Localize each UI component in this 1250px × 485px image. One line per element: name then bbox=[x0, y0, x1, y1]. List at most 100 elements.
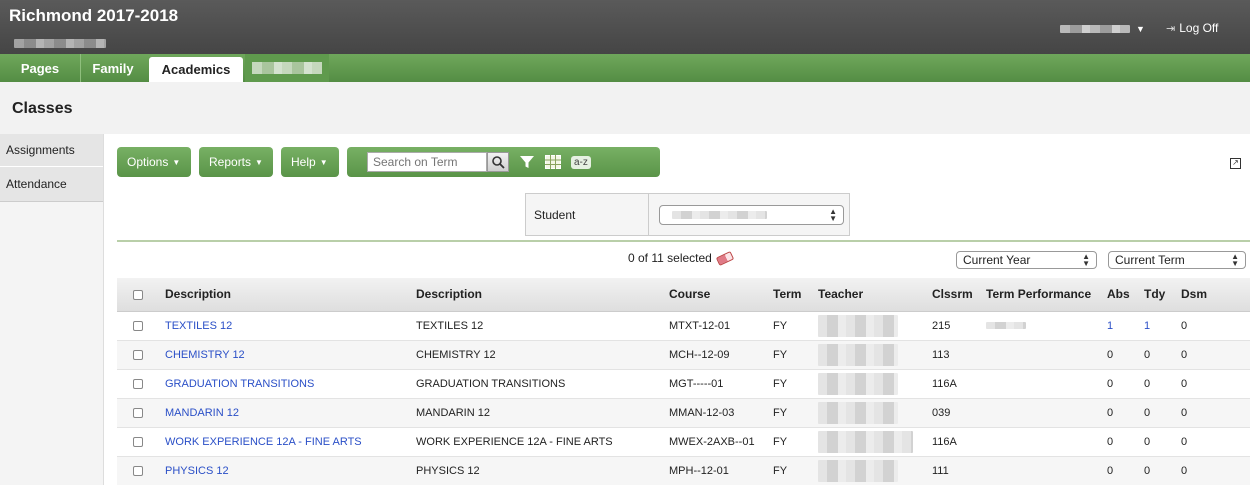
eraser-icon[interactable] bbox=[715, 250, 734, 266]
absences-cell[interactable]: 1 bbox=[1101, 311, 1138, 341]
dismissals-cell: 0 bbox=[1175, 456, 1250, 485]
classroom-cell: 039 bbox=[926, 398, 980, 428]
help-label: Help bbox=[291, 155, 316, 169]
header-course[interactable]: Course bbox=[663, 278, 767, 312]
absences-cell: 0 bbox=[1101, 369, 1138, 399]
table-row[interactable]: CHEMISTRY 12 CHEMISTRY 12 MCH--12-09 FY … bbox=[117, 340, 1250, 370]
school-title: Richmond 2017-2018 bbox=[9, 6, 179, 25]
row-select-cell bbox=[117, 369, 159, 399]
row-checkbox[interactable] bbox=[133, 378, 143, 389]
row-checkbox[interactable] bbox=[133, 465, 143, 476]
header-tardies[interactable]: Tdy bbox=[1138, 278, 1175, 312]
term-cell: FY bbox=[767, 456, 812, 485]
tab-family[interactable]: Family bbox=[82, 54, 144, 82]
side-item-attendance[interactable]: Attendance bbox=[0, 167, 103, 202]
header-term-performance[interactable]: Term Performance bbox=[980, 278, 1101, 312]
tab-pages[interactable]: Pages bbox=[0, 54, 81, 82]
teacher-cell bbox=[812, 369, 926, 399]
select-all-checkbox[interactable] bbox=[133, 290, 143, 301]
dismissals-cell: 0 bbox=[1175, 398, 1250, 428]
tardies-cell: 0 bbox=[1138, 340, 1175, 370]
funnel-icon[interactable] bbox=[519, 154, 535, 170]
absences-cell: 0 bbox=[1101, 427, 1138, 457]
header-classroom[interactable]: Clssrm bbox=[926, 278, 980, 312]
az-icon[interactable]: a-z bbox=[571, 155, 591, 169]
class-link[interactable]: CHEMISTRY 12 bbox=[159, 340, 410, 370]
tardies-cell[interactable]: 1 bbox=[1138, 311, 1175, 341]
header-term[interactable]: Term bbox=[767, 278, 812, 312]
term-performance-cell bbox=[980, 369, 1101, 399]
reports-button[interactable]: Reports ▼ bbox=[199, 147, 273, 177]
top-header: Richmond 2017-2018 ▼ ⇥ Log Off bbox=[0, 0, 1250, 54]
redacted-tab-label bbox=[252, 62, 322, 74]
row-checkbox[interactable] bbox=[133, 320, 143, 331]
side-item-assignments[interactable]: Assignments bbox=[0, 134, 103, 167]
course-cell: MGT-----01 bbox=[663, 369, 767, 399]
select-arrows-icon: ▲ ▼ bbox=[1082, 252, 1090, 268]
table-row[interactable]: GRADUATION TRANSITIONS GRADUATION TRANSI… bbox=[117, 369, 1250, 399]
options-button[interactable]: Options ▼ bbox=[117, 147, 191, 177]
section-divider bbox=[117, 240, 1250, 242]
tab-academics[interactable]: Academics bbox=[149, 57, 243, 82]
search-group: a-z bbox=[347, 147, 660, 177]
row-checkbox[interactable] bbox=[133, 436, 143, 447]
row-select-cell bbox=[117, 427, 159, 457]
logoff-link[interactable]: ⇥ Log Off bbox=[1166, 21, 1218, 35]
caret-down-icon: ▼ bbox=[255, 157, 263, 167]
student-label: Student bbox=[526, 194, 649, 235]
tab-redacted[interactable] bbox=[245, 54, 329, 82]
search-button[interactable] bbox=[487, 152, 509, 172]
header-absences[interactable]: Abs bbox=[1101, 278, 1138, 312]
toolbar: Options ▼ Reports ▼ Help ▼ a-z bbox=[117, 147, 660, 177]
row-checkbox[interactable] bbox=[133, 349, 143, 360]
table-row[interactable]: WORK EXPERIENCE 12A - FINE ARTS WORK EXP… bbox=[117, 427, 1250, 457]
header-teacher[interactable]: Teacher bbox=[812, 278, 926, 312]
popout-icon[interactable]: ↗ bbox=[1230, 158, 1241, 169]
select-arrows-icon: ▲ ▼ bbox=[1231, 252, 1239, 268]
classroom-cell: 111 bbox=[926, 456, 980, 485]
student-select[interactable]: ▲ ▼ bbox=[659, 204, 844, 225]
table-row[interactable]: MANDARIN 12 MANDARIN 12 MMAN-12-03 FY 03… bbox=[117, 398, 1250, 428]
caret-down-icon: ▼ bbox=[319, 157, 328, 167]
caret-down-icon: ▼ bbox=[1136, 24, 1145, 34]
course-cell: MCH--12-09 bbox=[663, 340, 767, 370]
header-dismissals[interactable]: Dsm bbox=[1175, 278, 1250, 312]
user-menu[interactable]: ▼ bbox=[1060, 24, 1145, 34]
redacted-teacher bbox=[818, 343, 898, 366]
tardies-cell: 0 bbox=[1138, 369, 1175, 399]
class-link[interactable]: GRADUATION TRANSITIONS bbox=[159, 369, 410, 399]
year-filter-select[interactable]: Current Year ▲ ▼ bbox=[956, 251, 1097, 269]
class-link[interactable]: TEXTILES 12 bbox=[159, 311, 410, 341]
absences-cell: 0 bbox=[1101, 456, 1138, 485]
table-row[interactable]: TEXTILES 12 TEXTILES 12 MTXT-12-01 FY 21… bbox=[117, 311, 1250, 341]
term-performance-cell bbox=[980, 456, 1101, 485]
class-link[interactable]: PHYSICS 12 bbox=[159, 456, 410, 485]
teacher-cell bbox=[812, 398, 926, 428]
row-select-cell bbox=[117, 398, 159, 428]
redacted-school-subtitle bbox=[14, 39, 106, 48]
course-cell: MWEX-2AXB--01 bbox=[663, 427, 767, 457]
help-button[interactable]: Help ▼ bbox=[281, 147, 339, 177]
search-input[interactable] bbox=[367, 152, 487, 172]
term-cell: FY bbox=[767, 340, 812, 370]
grid-icon[interactable] bbox=[545, 155, 561, 169]
classroom-cell: 116A bbox=[926, 427, 980, 457]
classroom-cell: 116A bbox=[926, 369, 980, 399]
class-link[interactable]: WORK EXPERIENCE 12A - FINE ARTS bbox=[159, 427, 410, 457]
magnifier-icon bbox=[492, 156, 505, 169]
header-description[interactable]: Description bbox=[159, 278, 410, 312]
row-select-cell bbox=[117, 456, 159, 485]
description-cell: GRADUATION TRANSITIONS bbox=[410, 369, 663, 399]
term-filter-select[interactable]: Current Term ▲ ▼ bbox=[1108, 251, 1246, 269]
table-row[interactable]: PHYSICS 12 PHYSICS 12 MPH--12-01 FY 111 … bbox=[117, 456, 1250, 485]
term-cell: FY bbox=[767, 427, 812, 457]
tardies-cell: 0 bbox=[1138, 456, 1175, 485]
dismissals-cell: 0 bbox=[1175, 340, 1250, 370]
redacted-teacher bbox=[818, 401, 898, 424]
term-cell: FY bbox=[767, 398, 812, 428]
tardies-cell: 0 bbox=[1138, 398, 1175, 428]
header-description-2[interactable]: Description bbox=[410, 278, 663, 312]
row-checkbox[interactable] bbox=[133, 407, 143, 418]
class-link[interactable]: MANDARIN 12 bbox=[159, 398, 410, 428]
student-selector: Student ▲ ▼ bbox=[525, 193, 850, 236]
